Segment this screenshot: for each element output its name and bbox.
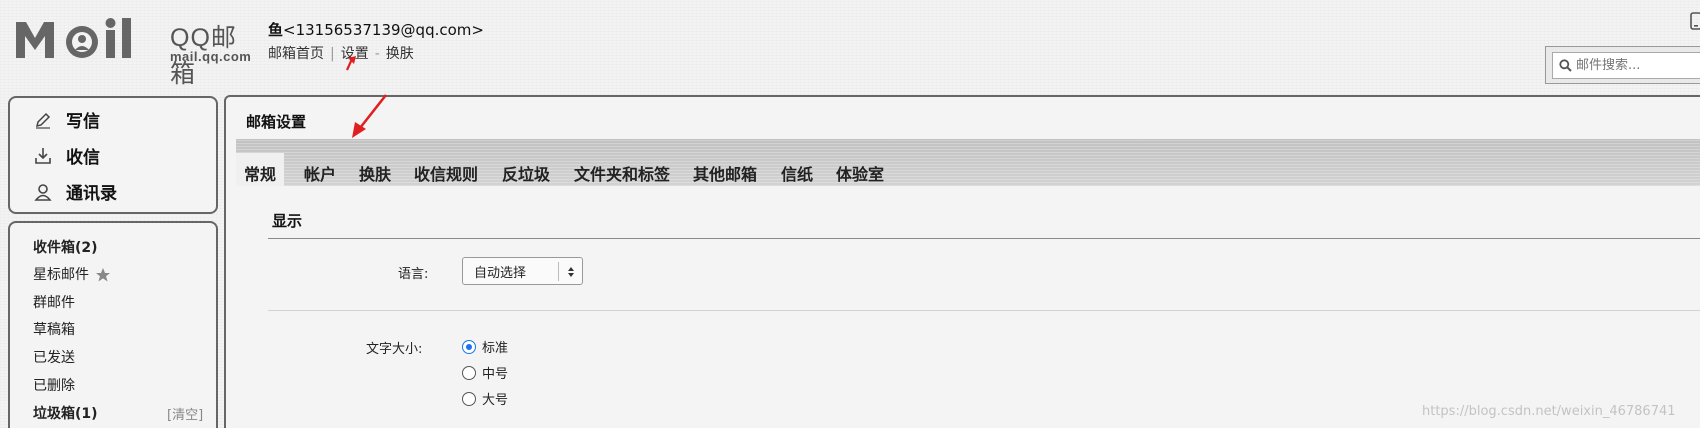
- pencil-icon: [35, 112, 51, 129]
- page-title: 邮箱设置: [246, 113, 307, 131]
- folder-deleted[interactable]: 已删除: [33, 375, 75, 395]
- tab-skin[interactable]: 换肤: [351, 153, 399, 186]
- write-mail-label: 写信: [66, 112, 100, 132]
- top-navigation: 邮箱首页 | 设置 - 换肤: [268, 43, 414, 63]
- font-size-option-label: 大号: [482, 393, 509, 408]
- nav-dash: -: [374, 46, 380, 62]
- folder-sent[interactable]: 已发送: [33, 347, 75, 367]
- folder-junk[interactable]: 垃圾箱(1): [33, 403, 98, 423]
- tab-other-mailboxes[interactable]: 其他邮箱: [685, 153, 765, 186]
- radio-button[interactable]: [462, 391, 476, 406]
- font-size-option-medium[interactable]: 中号: [462, 363, 508, 382]
- moil-logo-mark: [16, 18, 131, 58]
- tab-stationery[interactable]: 信纸: [773, 153, 821, 186]
- font-size-option-large[interactable]: 大号: [462, 389, 508, 408]
- radio-button-checked[interactable]: [462, 339, 476, 354]
- search-container: [1545, 46, 1700, 84]
- language-select-value: 自动选择: [474, 265, 527, 281]
- account-info: 鱼<13156537139@qq.com>: [268, 19, 484, 40]
- nav-separator: |: [330, 46, 335, 62]
- font-size-label: 文字大小:: [366, 342, 423, 357]
- receive-mail-button[interactable]: 收信: [34, 143, 100, 168]
- receive-mail-label: 收信: [66, 148, 100, 168]
- contact-icon: [34, 183, 52, 201]
- contacts-label: 通讯录: [66, 184, 117, 204]
- folder-inbox[interactable]: 收件箱(2): [33, 237, 98, 257]
- tab-anti-spam[interactable]: 反垃圾: [494, 153, 558, 186]
- change-skin-link[interactable]: 换肤: [386, 46, 414, 62]
- star-icon: [96, 267, 110, 281]
- tab-receive-rules[interactable]: 收信规则: [406, 153, 486, 186]
- folder-panel: 收件箱(2) 星标邮件 群邮件 草稿箱 已发送 已删除 垃圾箱(1) [清空]: [8, 221, 218, 428]
- account-email: <13156537139@qq.com>: [283, 21, 484, 39]
- annotation-arrow-settings: [345, 56, 356, 71]
- radio-button[interactable]: [462, 365, 476, 380]
- language-select[interactable]: 自动选择: [462, 257, 583, 285]
- watermark-text: https://blog.csdn.net/weixin_46786741: [1422, 404, 1676, 419]
- qq-mail-logo[interactable]: QQ邮箱 mail.qq.com: [14, 16, 251, 88]
- font-size-option-standard[interactable]: 标准: [462, 337, 508, 356]
- write-mail-button[interactable]: 写信: [34, 107, 100, 132]
- phone-icon[interactable]: [1690, 12, 1700, 34]
- folder-group[interactable]: 群邮件: [33, 292, 75, 312]
- download-icon: [35, 147, 51, 164]
- tab-lab[interactable]: 体验室: [828, 153, 892, 186]
- account-nickname: 鱼: [268, 21, 284, 39]
- settings-tab-bar: 常规 帐户 换肤 收信规则 反垃圾 文件夹和标签 其他邮箱 信纸 体验室: [236, 139, 1700, 186]
- compose-panel: 写信 收信 通讯录: [8, 96, 218, 214]
- tab-general[interactable]: 常规: [236, 153, 285, 186]
- clear-junk-link[interactable]: [清空]: [167, 404, 203, 423]
- section-divider: [268, 238, 1700, 239]
- mailbox-home-link[interactable]: 邮箱首页: [268, 46, 324, 62]
- select-arrows-icon: [558, 262, 582, 281]
- brand-url: mail.qq.com: [170, 49, 252, 64]
- search-icon: [1559, 59, 1572, 72]
- font-size-option-label: 中号: [482, 367, 509, 382]
- font-size-option-label: 标准: [482, 341, 509, 356]
- folder-drafts[interactable]: 草稿箱: [33, 319, 75, 339]
- annotation-arrow-tabs: [352, 94, 387, 138]
- tab-account[interactable]: 帐户: [296, 153, 344, 186]
- language-label: 语言:: [398, 267, 429, 282]
- tab-folders-and-labels[interactable]: 文件夹和标签: [566, 153, 678, 186]
- settings-panel: 邮箱设置 常规 帐户 换肤 收信规则 反垃圾 文件夹和标签 其他邮箱 信纸 体验…: [224, 95, 1700, 428]
- search-input[interactable]: [1576, 58, 1696, 73]
- field-divider: [268, 310, 1700, 311]
- folder-starred-label: 星标邮件: [33, 267, 89, 283]
- folder-starred[interactable]: 星标邮件: [33, 264, 111, 284]
- search-field[interactable]: [1552, 52, 1700, 79]
- contacts-button[interactable]: 通讯录: [34, 179, 117, 204]
- display-section-title: 显示: [272, 212, 303, 230]
